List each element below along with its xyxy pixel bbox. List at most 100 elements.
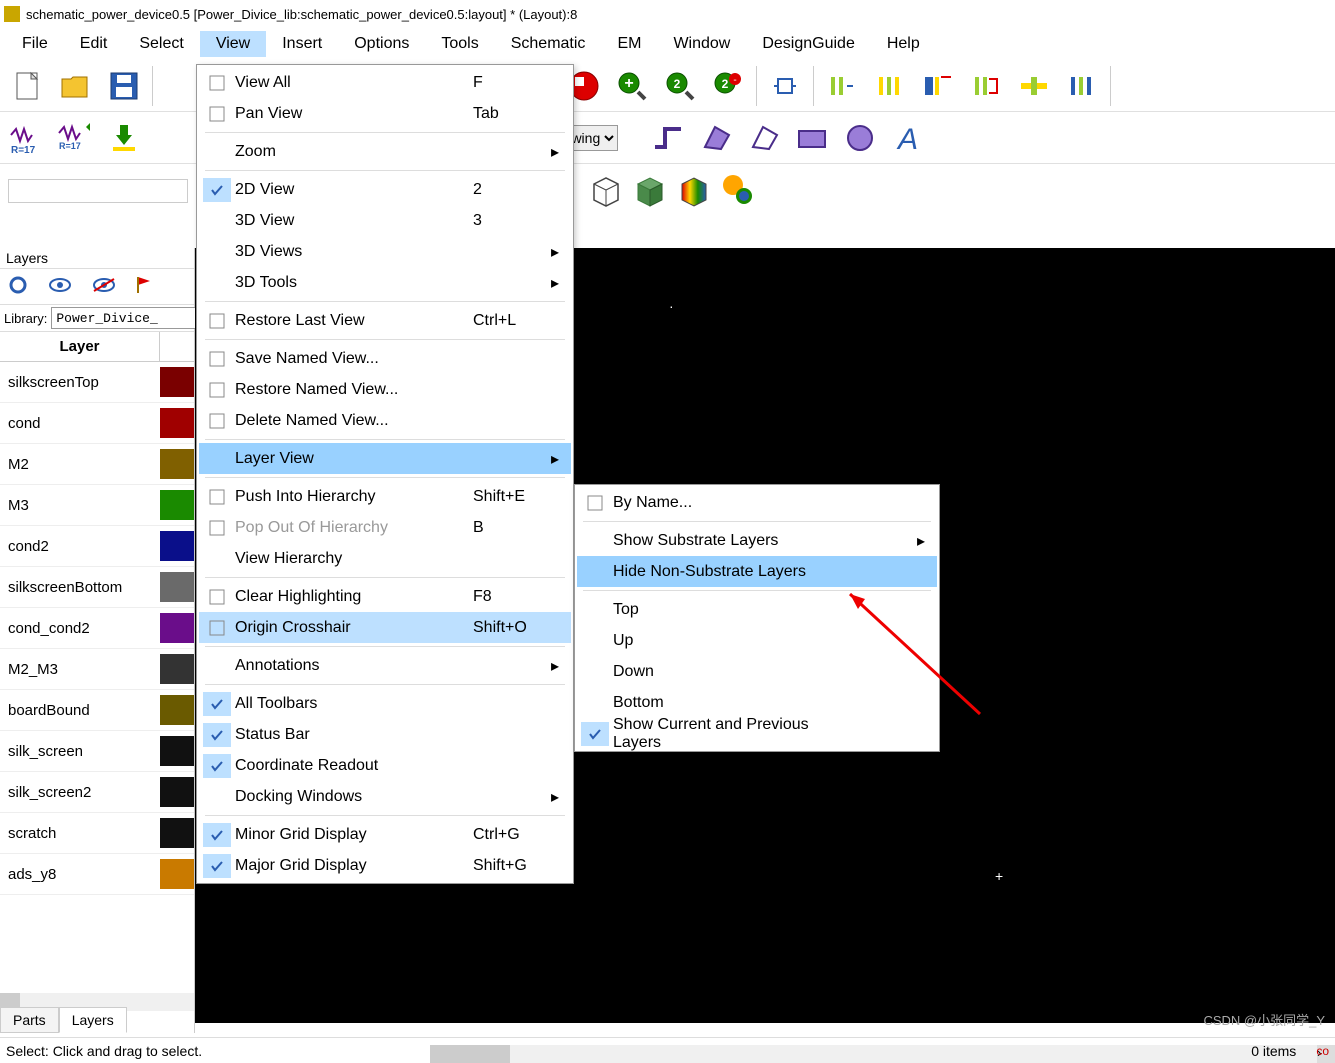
layer-row[interactable]: silkscreenBottom <box>0 567 194 608</box>
menu-item[interactable]: Pop Out Of HierarchyB <box>199 512 571 543</box>
menu-item[interactable]: View AllF <box>199 67 571 98</box>
svg-text:2: 2 <box>674 77 681 91</box>
zoom-in-button[interactable]: + <box>610 64 654 108</box>
eye-icon[interactable] <box>48 277 72 296</box>
menu-help[interactable]: Help <box>871 31 936 57</box>
download-button[interactable] <box>102 116 146 160</box>
layer-swatch <box>160 572 194 602</box>
layer-swatch <box>160 777 194 807</box>
menu-item[interactable]: Bottom <box>577 687 937 718</box>
menu-item[interactable]: Layer View▸ <box>199 443 571 474</box>
menu-item[interactable]: 3D View3 <box>199 205 571 236</box>
menu-item[interactable]: Save Named View... <box>199 343 571 374</box>
cube-rainbow-button[interactable] <box>674 170 714 213</box>
layer-row[interactable]: cond_cond2 <box>0 608 194 649</box>
new-file-button[interactable] <box>6 64 50 108</box>
menu-item[interactable]: All Toolbars <box>199 688 571 719</box>
menu-item[interactable]: Down <box>577 656 937 687</box>
menu-item[interactable]: Show Substrate Layers▸ <box>577 525 937 556</box>
rstat1-button[interactable]: R=17 <box>6 116 50 160</box>
menu-view[interactable]: View <box>200 31 266 57</box>
menu-item[interactable]: Docking Windows▸ <box>199 781 571 812</box>
menu-item[interactable]: Zoom▸ <box>199 136 571 167</box>
rect-button[interactable] <box>790 116 834 160</box>
svg-text:R=17: R=17 <box>59 141 81 151</box>
layer-row[interactable]: cond <box>0 403 194 444</box>
menu-item[interactable]: Push Into HierarchyShift+E <box>199 481 571 512</box>
polygon-button[interactable] <box>742 116 786 160</box>
menubar: FileEditSelectViewInsertOptionsToolsSche… <box>0 28 1335 60</box>
align1-button[interactable] <box>820 64 864 108</box>
polygon-fill-button[interactable] <box>694 116 738 160</box>
cube-shade-button[interactable] <box>630 170 670 213</box>
menu-item[interactable]: Minor Grid DisplayCtrl+G <box>199 819 571 850</box>
menu-item[interactable]: Origin CrosshairShift+O <box>199 612 571 643</box>
gear-icon[interactable] <box>8 275 28 298</box>
layer-row[interactable]: silk_screen2 <box>0 772 194 813</box>
tab-layers[interactable]: Layers <box>59 1007 127 1033</box>
layer-row[interactable]: cond2 <box>0 526 194 567</box>
menu-options[interactable]: Options <box>338 31 425 57</box>
align2-button[interactable] <box>868 64 912 108</box>
menu-item-label: By Name... <box>609 494 839 512</box>
align5-button[interactable] <box>1012 64 1056 108</box>
menu-item[interactable]: Clear HighlightingF8 <box>199 581 571 612</box>
circle-button[interactable] <box>838 116 882 160</box>
eye-off-icon[interactable] <box>92 277 116 296</box>
gear-globe-button[interactable] <box>718 170 758 213</box>
flag-icon[interactable] <box>136 275 152 298</box>
menu-file[interactable]: File <box>6 31 64 57</box>
align3-button[interactable] <box>916 64 960 108</box>
rstat2-button[interactable]: R=17 <box>54 116 98 160</box>
fit-button[interactable] <box>763 64 807 108</box>
layer-row[interactable]: M2 <box>0 444 194 485</box>
layer-row[interactable]: boardBound <box>0 690 194 731</box>
menu-item[interactable]: Major Grid DisplayShift+G <box>199 850 571 881</box>
layer-name: M2_M3 <box>0 661 160 678</box>
open-file-button[interactable] <box>54 64 98 108</box>
menu-em[interactable]: EM <box>601 31 657 57</box>
menu-item[interactable]: 3D Tools▸ <box>199 267 571 298</box>
layer-name: ads_y8 <box>0 866 160 883</box>
menu-item[interactable]: Up <box>577 625 937 656</box>
menu-edit[interactable]: Edit <box>64 31 124 57</box>
menu-item[interactable]: By Name... <box>577 487 937 518</box>
menu-item[interactable]: Annotations▸ <box>199 650 571 681</box>
menu-insert[interactable]: Insert <box>266 31 338 57</box>
menu-tools[interactable]: Tools <box>425 31 494 57</box>
menu-item[interactable]: 2D View2 <box>199 174 571 205</box>
tab-parts[interactable]: Parts <box>0 1007 59 1033</box>
cube-wire-button[interactable] <box>586 170 626 213</box>
menu-item[interactable]: Coordinate Readout <box>199 750 571 781</box>
menu-item[interactable]: Delete Named View... <box>199 405 571 436</box>
menu-item[interactable]: Show Current and Previous Layers <box>577 718 937 749</box>
input-field[interactable] <box>8 179 188 203</box>
layer-row[interactable]: M2_M3 <box>0 649 194 690</box>
menu-select[interactable]: Select <box>123 31 199 57</box>
window-title: schematic_power_device0.5 [Power_Divice_… <box>26 7 577 22</box>
layer-row[interactable]: silkscreenTop <box>0 362 194 403</box>
layer-row[interactable]: M3 <box>0 485 194 526</box>
menu-item[interactable]: Pan ViewTab <box>199 98 571 129</box>
text-button[interactable]: A <box>886 116 930 160</box>
menu-item[interactable]: Hide Non-Substrate Layers <box>577 556 937 587</box>
menu-item[interactable]: Top <box>577 594 937 625</box>
step-button[interactable] <box>646 116 690 160</box>
align4-button[interactable] <box>964 64 1008 108</box>
layer-row[interactable]: silk_screen <box>0 731 194 772</box>
menu-item[interactable]: Status Bar <box>199 719 571 750</box>
zoom-out-2-button[interactable]: 2- <box>706 64 750 108</box>
menu-item[interactable]: Restore Last ViewCtrl+L <box>199 305 571 336</box>
menu-window[interactable]: Window <box>657 31 746 57</box>
menu-item-label: Origin Crosshair <box>231 619 473 637</box>
menu-schematic[interactable]: Schematic <box>495 31 602 57</box>
zoom-in-2-button[interactable]: 2 <box>658 64 702 108</box>
align6-button[interactable] <box>1060 64 1104 108</box>
layer-row[interactable]: scratch <box>0 813 194 854</box>
menu-item[interactable]: Restore Named View... <box>199 374 571 405</box>
menu-designguide[interactable]: DesignGuide <box>746 31 871 57</box>
layer-row[interactable]: ads_y8 <box>0 854 194 895</box>
save-button[interactable] <box>102 64 146 108</box>
menu-item[interactable]: 3D Views▸ <box>199 236 571 267</box>
menu-item[interactable]: View Hierarchy <box>199 543 571 574</box>
